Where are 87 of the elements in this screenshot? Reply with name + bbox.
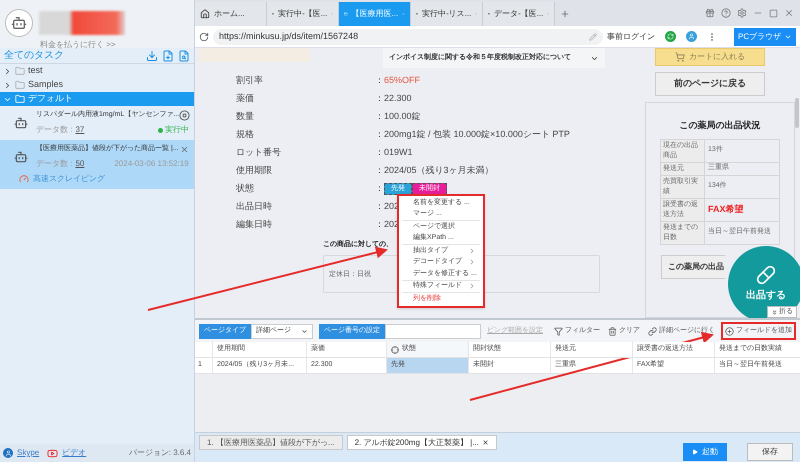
submenu-icon [468,282,476,290]
play-icon [692,449,698,455]
pill-icon [756,265,776,285]
detail-label: 状態 [236,182,255,196]
folder-icon [15,80,25,90]
filter-icon [554,326,563,336]
task-tab[interactable]: 2. アルボ錠200mg【大正製薬】 |... [346,435,497,450]
table-cell-text: FAX希望 [707,202,745,216]
section-title: 全てのタスク [4,49,64,63]
edit-icon[interactable] [589,32,597,40]
settings-icon[interactable] [737,8,747,18]
robot-icon [14,116,28,130]
save-button[interactable]: 保存 [747,443,793,461]
sync-icon[interactable] [665,31,676,42]
home-icon [200,9,210,19]
avatar-icon[interactable] [5,9,33,37]
url-field[interactable]: https://minkusu.jp/ds/item/1567248 [213,28,603,44]
data-count: 50 [75,158,84,170]
data-count-label: データ数 : [36,124,72,136]
detail-value: 22.300 [384,92,412,106]
close-icon[interactable] [180,144,189,154]
close-icon[interactable] [784,8,794,18]
video-link[interactable]: ビデオ [62,447,86,459]
back-button[interactable]: 前のページに戻る [655,72,765,96]
detail-label: 編集日時 [236,218,273,232]
add-icon [725,326,734,336]
double-chevron-icon [771,308,778,316]
detail-colon: ： [375,128,384,142]
task-tab[interactable]: 1. 【医療用医薬品】値段が下がっ... [199,435,343,450]
speedometer-icon [19,174,29,184]
panel-title: この薬局の出品状況 [680,119,760,132]
detail-label: 数量 [236,110,255,124]
maximize-icon[interactable] [769,8,778,18]
detail-label: 規格 [236,128,255,142]
close-tab-icon[interactable] [482,439,489,446]
import-icon[interactable] [146,50,158,62]
gift-icon[interactable] [705,8,715,18]
mode-label: 高速スクレイピング [33,172,105,184]
detail-colon: ： [375,218,384,232]
help-icon[interactable] [721,8,731,18]
detail-label: 使用期限 [236,164,273,178]
folder-row[interactable]: test [0,64,194,78]
version-label: バージョン: 3.6.4 [128,447,191,459]
cart-icon [675,52,685,62]
detail-colon: ： [375,182,384,196]
data-count: 37 [75,124,84,136]
detail-colon: ： [375,110,384,124]
scrollbar[interactable] [795,98,799,128]
detail-value: 200mg1錠 / 包装 10.000錠×10.000シート PTP [384,128,570,142]
trash-icon [608,326,617,336]
browser-tab[interactable]: 実行中-リス... [411,2,483,26]
detail-colon: ： [375,164,384,178]
detail-colon: ： [375,92,384,106]
discount-value: 65%OFF [384,74,420,88]
crosshair-icon [391,346,399,354]
reload-icon[interactable] [199,32,209,42]
stop-icon[interactable] [179,110,190,121]
detail-label: 薬価 [236,92,255,106]
folder-row[interactable]: Samples [0,78,194,92]
browser-tab[interactable]: データ-【医... [483,2,555,26]
detail-value: 2024/05（残り3ヶ月未満） [384,164,494,178]
login-button[interactable]: 事前ログイン [607,30,655,42]
browser-tab[interactable]: 実行中-【医... [267,2,339,26]
detail-colon: ： [375,200,384,214]
search-icon[interactable] [178,50,190,62]
detail-label: 出品日時 [236,200,273,214]
user-icon[interactable] [686,31,697,42]
detail-label: ロット番号 [236,146,282,160]
video-icon [47,448,58,458]
folder-icon [15,66,25,76]
new-task-icon[interactable] [162,50,174,62]
detail-colon: ： [375,74,384,88]
caret-icon [301,328,308,334]
data-count-label: データ数 : [36,158,72,170]
page-number-field[interactable] [385,324,481,338]
robot-icon [14,150,28,164]
detail-colon: ： [375,146,384,160]
detail-value: 019W1 [384,146,413,160]
detail-value: 100.00錠 [384,110,421,124]
new-tab-icon[interactable] [560,9,570,19]
store-listings-button[interactable]: この薬局の出品 [661,254,725,278]
folder-icon [15,94,25,104]
task-date: 2024-03-06 13:52:19 [114,158,189,170]
task-status: 実行中 [165,124,189,136]
link-icon [648,326,657,336]
browser-tab[interactable]: ホーム... [195,2,267,26]
detail-label: 割引率 [236,74,264,88]
